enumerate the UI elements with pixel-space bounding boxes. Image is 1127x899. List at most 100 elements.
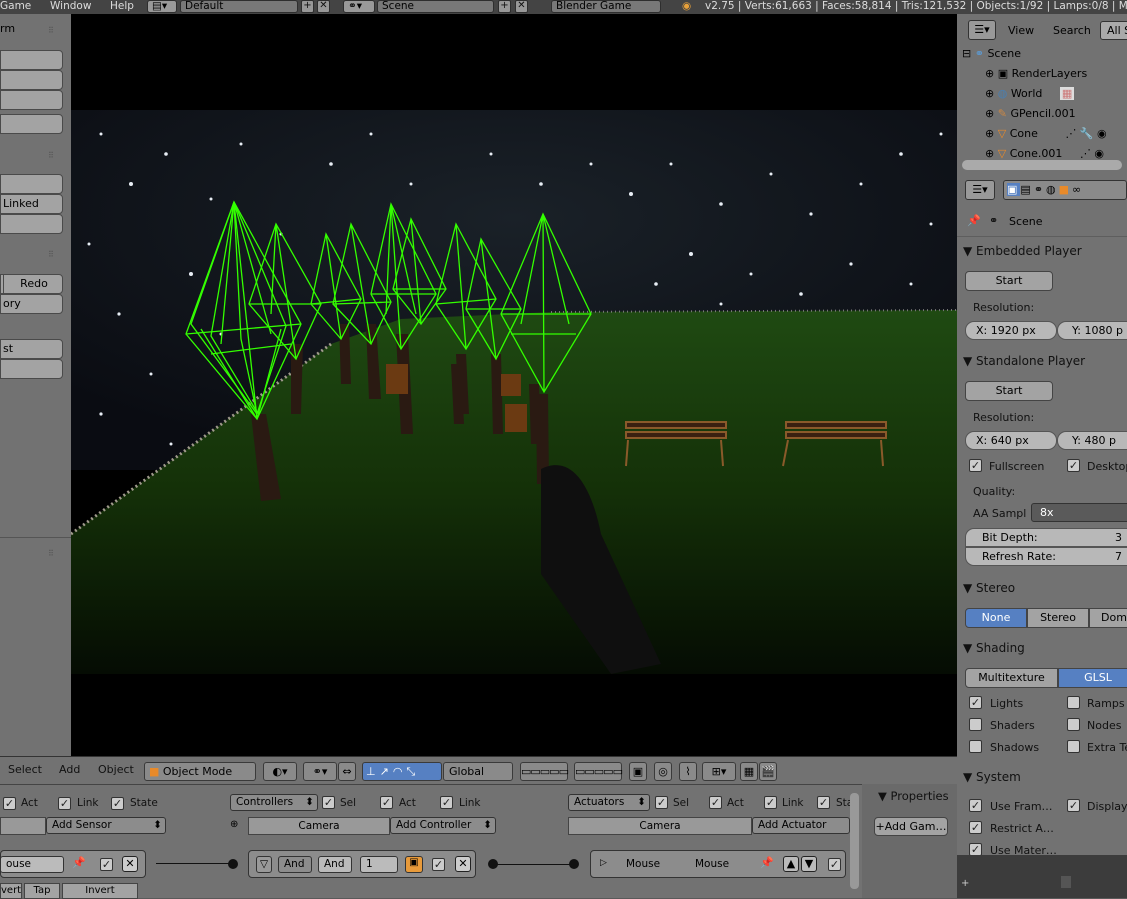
controller-name-field[interactable]: And — [318, 856, 352, 873]
actuator-name-field[interactable]: Mouse — [695, 858, 729, 870]
wrench-icon[interactable]: 🔧 — [1080, 127, 1094, 140]
3d-viewport[interactable] — [71, 14, 957, 756]
outliner-item-world[interactable]: ⊕ ◍ World ▦ — [985, 84, 1075, 104]
sensor-link-checkbox[interactable]: ✓ — [58, 797, 71, 810]
grip-icon[interactable]: ⠿ — [48, 250, 54, 259]
standalone-res-x-field[interactable]: X: 640 px — [965, 431, 1057, 450]
sensor-remove-button[interactable]: ✕ — [122, 856, 138, 872]
shading-glsl-button[interactable]: GLSL — [1058, 668, 1127, 688]
nodes-checkbox[interactable] — [1067, 718, 1080, 731]
rotate-icon[interactable]: ◠ — [393, 765, 407, 778]
constraint-tab-icon[interactable]: ∞ — [1072, 183, 1084, 196]
resize-handle[interactable] — [1061, 876, 1071, 888]
undo-history-button[interactable]: ory — [0, 294, 63, 314]
proportional-edit-icon[interactable]: ◎ — [654, 762, 672, 781]
expand-icon[interactable]: ⊕ — [985, 147, 998, 160]
menu-select[interactable]: Select — [8, 763, 42, 776]
outliner-item-scene[interactable]: ⊟ ⚭ Scene — [962, 44, 1021, 64]
outliner-item-gpencil[interactable]: ⊕ ✎ GPencil.001 — [985, 104, 1076, 124]
viewport-shading-dropdown[interactable]: ◐▾ — [263, 762, 297, 781]
eye-icon[interactable]: ◉ — [1097, 127, 1107, 140]
controller-collapse-icon[interactable]: ▽ — [256, 856, 272, 873]
controller-bookmark-icon[interactable]: ▣ — [405, 856, 423, 873]
grip-icon[interactable]: ⠿ — [48, 26, 54, 35]
shaders-checkbox[interactable] — [969, 718, 982, 731]
scale-icon[interactable]: ⤡ — [406, 765, 419, 778]
grip-icon[interactable]: ⠿ — [48, 151, 54, 160]
shelf-button-6[interactable] — [0, 214, 63, 234]
add-actuator-dropdown[interactable]: Add Actuator — [752, 817, 850, 834]
add-screen-button[interactable]: + — [301, 0, 314, 13]
actuator-object-field[interactable]: Camera — [568, 817, 752, 835]
fullscreen-checkbox[interactable]: ✓ — [969, 459, 982, 472]
menu-help[interactable]: Help — [110, 0, 134, 12]
stereo-stereo-button[interactable]: Stereo — [1027, 608, 1089, 628]
actuator-act-checkbox[interactable]: ✓ — [709, 796, 722, 809]
add-sensor-dropdown[interactable]: Add Sensor ⬍ — [46, 817, 166, 834]
controller-act-checkbox[interactable]: ✓ — [380, 796, 393, 809]
render-tab-icon[interactable]: ▣ — [1007, 183, 1021, 196]
object-mode-dropdown[interactable]: ■ Object Mode — [144, 762, 256, 781]
controller-state-icon[interactable]: ⊕ — [230, 819, 238, 830]
bit-depth-field[interactable]: Bit Depth: 3 — [965, 528, 1127, 547]
use-frame-rate-checkbox[interactable]: ✓ — [969, 799, 982, 812]
sensor-state-checkbox[interactable]: ✓ — [111, 797, 124, 810]
extra-textures-checkbox[interactable] — [1067, 740, 1080, 753]
game-scene-render[interactable] — [71, 14, 957, 756]
lock-layers-icon[interactable]: ▣ — [629, 762, 647, 781]
expand-icon[interactable]: ⊟ — [962, 47, 975, 60]
sensor-active-checkbox[interactable]: ✓ — [100, 858, 113, 871]
shadows-checkbox[interactable] — [969, 740, 982, 753]
scene-icon-dropdown[interactable]: ⚭▾ — [343, 0, 375, 13]
restrict-animation-checkbox[interactable]: ✓ — [969, 821, 982, 834]
move-down-button[interactable]: ▼ — [801, 856, 817, 872]
screen-layout-field[interactable]: Default — [180, 0, 298, 13]
add-game-property-button[interactable]: +Add Gam… — [874, 817, 948, 836]
shelf-button-2[interactable] — [0, 70, 63, 90]
scene-field[interactable]: Scene — [377, 0, 494, 13]
controller-type-dropdown[interactable]: And — [278, 856, 312, 873]
actuator-expand-icon[interactable]: ▷ — [600, 858, 607, 868]
sensor-name-field[interactable]: ouse — [0, 856, 64, 873]
outliner-menu-search[interactable]: Search — [1053, 24, 1091, 37]
controller-object-field[interactable]: Camera — [248, 817, 390, 835]
repeat-last-button[interactable]: st — [0, 339, 63, 359]
ramps-checkbox[interactable] — [1067, 696, 1080, 709]
desktop-checkbox[interactable]: ✓ — [1067, 459, 1080, 472]
expand-icon[interactable]: ⊕ — [985, 127, 998, 140]
sensor-tap-button[interactable]: Tap — [24, 883, 60, 899]
pin-icon[interactable]: 📌 — [967, 214, 981, 227]
pivot-point-dropdown[interactable]: ⚭▾ — [303, 762, 337, 781]
menu-add[interactable]: Add — [59, 763, 80, 776]
redo-button[interactable]: Redo — [3, 274, 63, 294]
shading-multitexture-button[interactable]: Multitexture — [965, 668, 1058, 688]
vertex-group-icon[interactable]: ⋰ — [1080, 147, 1091, 160]
screen-layout-icon[interactable]: ▤▾ — [147, 0, 177, 13]
transform-manipulators[interactable]: ⊥↗◠⤡ — [362, 762, 442, 781]
controller-remove-button[interactable]: ✕ — [455, 856, 471, 872]
scene-tab-icon[interactable]: ⚭ — [1034, 183, 1046, 196]
eye-icon[interactable]: ◉ — [1094, 147, 1104, 160]
axes-icon[interactable]: ⊥ — [366, 765, 380, 778]
shelf-button-3[interactable] — [0, 90, 63, 110]
system-panel[interactable]: ▼ System — [963, 766, 1127, 788]
menu-game[interactable]: Game — [0, 0, 31, 12]
remove-scene-button[interactable]: ✕ — [515, 0, 528, 13]
outliner-menu-view[interactable]: View — [1008, 24, 1034, 37]
embedded-player-panel[interactable]: ▼ Embedded Player — [963, 240, 1127, 262]
vertex-group-icon[interactable]: ⋰ — [1065, 127, 1076, 140]
outliner-filter-dropdown[interactable]: All S — [1100, 21, 1127, 40]
actuator-sel-checkbox[interactable]: ✓ — [655, 796, 668, 809]
engine-dropdown[interactable]: Blender Game — [551, 0, 661, 13]
controllers-dropdown[interactable]: Controllers ⬍ — [230, 794, 318, 811]
object-tab-icon[interactable]: ■ — [1059, 183, 1072, 196]
world-tab-icon[interactable]: ◍ — [1046, 183, 1059, 196]
refresh-rate-field[interactable]: Refresh Rate: 7 — [965, 547, 1127, 566]
actuator-state-checkbox[interactable]: ✓ — [817, 796, 830, 809]
outliner-item-cone[interactable]: ⊕ ▽ Cone ⋰ 🔧 ◉ — [985, 124, 1107, 144]
standalone-start-button[interactable]: Start — [965, 381, 1053, 401]
properties-context-tabs[interactable]: ▣▤⚭◍■∞ — [1003, 180, 1127, 200]
expand-icon[interactable]: ⊕ — [985, 87, 998, 100]
expand-icon[interactable]: ⊕ — [985, 107, 998, 120]
manipulator-toggle-icon[interactable]: ⇔ — [338, 762, 356, 781]
